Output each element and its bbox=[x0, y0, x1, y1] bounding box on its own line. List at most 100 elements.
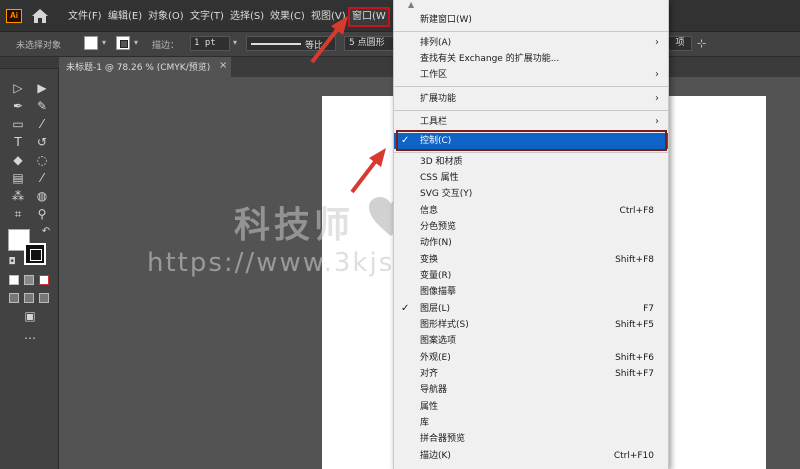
menu-item-stroke[interactable]: 描边(K) Ctrl+F10 bbox=[394, 448, 668, 464]
curvature-tool-icon[interactable]: ✎ bbox=[32, 97, 52, 115]
menu-item-label: 外观(E) bbox=[420, 353, 451, 363]
menu-item-shortcut: Shift+F5 bbox=[615, 320, 654, 330]
submenu-arrow-icon: › bbox=[655, 69, 659, 80]
eyedropper-tool-icon[interactable]: ⁄ bbox=[32, 169, 52, 187]
menu-select[interactable]: 选择(S) bbox=[230, 9, 264, 25]
width-tool-icon[interactable]: ⁂ bbox=[8, 187, 28, 205]
annotation-highlight-box bbox=[396, 130, 667, 151]
shape-builder-tool-icon[interactable]: ◍ bbox=[32, 187, 52, 205]
rectangle-tool-icon[interactable]: ▭ bbox=[8, 115, 28, 133]
menu-item-new-window[interactable]: 新建窗口(W) bbox=[394, 12, 668, 28]
home-icon[interactable] bbox=[31, 8, 49, 24]
control-bar-button[interactable]: 项 bbox=[668, 36, 692, 51]
menu-item-navigator[interactable]: 导航器 bbox=[394, 382, 668, 398]
brush-label: 5 点圆形 bbox=[349, 38, 385, 48]
stroke-label: 描边： bbox=[152, 41, 180, 51]
toolbox-header[interactable] bbox=[0, 57, 59, 69]
draw-behind-icon[interactable] bbox=[24, 293, 34, 303]
zoom-tool-icon[interactable]: ⚲ bbox=[32, 205, 52, 223]
rotate-tool-icon[interactable]: ↺ bbox=[32, 133, 52, 151]
menu-item-toolbars[interactable]: 工具栏 › bbox=[394, 114, 668, 130]
menu-item-info[interactable]: 信息 Ctrl+F8 bbox=[394, 203, 668, 219]
menu-item-label: 拼合器预览 bbox=[420, 434, 466, 444]
variable-width-profile[interactable]: 等比 bbox=[246, 36, 336, 51]
menu-item-image-trace[interactable]: 图像描摹 bbox=[394, 284, 668, 300]
menu-item-libraries[interactable]: 库 bbox=[394, 415, 668, 431]
menu-item-label: 变量(R) bbox=[420, 271, 452, 281]
screen-mode-icon[interactable]: ▣ bbox=[20, 307, 40, 325]
menu-item-label: 图层(L) bbox=[420, 304, 451, 314]
menu-item-label: 对齐 bbox=[420, 369, 439, 379]
menu-view[interactable]: 视图(V) bbox=[311, 9, 346, 25]
menu-item-pattern-options[interactable]: 图案选项 bbox=[394, 333, 668, 349]
menu-item-shortcut: Shift+F8 bbox=[615, 255, 654, 265]
menu-item-shortcut: F7 bbox=[643, 304, 654, 314]
menu-item-arrange[interactable]: 排列(A) › bbox=[394, 35, 668, 51]
type-tool-icon[interactable]: T bbox=[8, 133, 28, 151]
menu-item-find-extensions[interactable]: 查找有关 Exchange 的扩展功能... bbox=[394, 51, 668, 67]
gradient-mode-icon[interactable] bbox=[24, 275, 34, 285]
menu-separator bbox=[394, 110, 668, 111]
selection-status: 未选择对象 bbox=[16, 41, 62, 51]
swap-colors-icon[interactable]: ↶ bbox=[36, 223, 56, 241]
menu-type[interactable]: 文字(T) bbox=[190, 9, 224, 25]
menu-item-flattener-preview[interactable]: 拼合器预览 bbox=[394, 431, 668, 447]
menu-item-appearance[interactable]: 外观(E) Shift+F6 bbox=[394, 350, 668, 366]
none-mode-icon[interactable] bbox=[39, 275, 49, 285]
menu-item-workspace[interactable]: 工作区 › bbox=[394, 67, 668, 83]
stroke-color-icon[interactable] bbox=[24, 243, 46, 265]
fill-swatch[interactable] bbox=[84, 36, 98, 50]
direct-selection-tool-icon[interactable]: ▶ bbox=[32, 79, 52, 97]
menu-item-css-properties[interactable]: CSS 属性 bbox=[394, 170, 668, 186]
fill-dropdown-icon[interactable]: ▾ bbox=[102, 38, 106, 47]
menu-item-actions[interactable]: 动作(N) bbox=[394, 235, 668, 251]
menu-item-layers[interactable]: ✓ 图层(L) F7 bbox=[394, 301, 668, 317]
stroke-weight-input[interactable]: 1 pt bbox=[190, 36, 230, 51]
close-icon[interactable]: × bbox=[219, 60, 227, 71]
stroke-weight-dropdown-icon[interactable]: ▾ bbox=[233, 38, 237, 47]
menu-item-svg-interactivity[interactable]: SVG 交互(Y) bbox=[394, 186, 668, 202]
menu-item-align[interactable]: 对齐 Shift+F7 bbox=[394, 366, 668, 382]
menu-item-label: CSS 属性 bbox=[420, 173, 459, 183]
lasso-tool-icon[interactable]: ◌ bbox=[32, 151, 52, 169]
menu-item-3d-materials[interactable]: 3D 和材质 bbox=[394, 154, 668, 170]
menu-item-extensions[interactable]: 扩展功能 › bbox=[394, 91, 668, 107]
stroke-dropdown-icon[interactable]: ▾ bbox=[134, 38, 138, 47]
menu-item-transform[interactable]: 变换 Shift+F8 bbox=[394, 252, 668, 268]
menu-edit[interactable]: 编辑(E) bbox=[108, 9, 142, 25]
menu-effect[interactable]: 效果(C) bbox=[270, 9, 305, 25]
menu-item-label: 动作(N) bbox=[420, 238, 452, 248]
more-tools-icon[interactable]: ⋯ bbox=[20, 329, 40, 347]
menu-item-properties[interactable]: 属性 bbox=[394, 399, 668, 415]
color-mode-icon[interactable] bbox=[9, 275, 19, 285]
paintbrush-tool-icon[interactable]: ⁄ bbox=[32, 115, 52, 133]
stroke-profile-label: 等比 bbox=[305, 41, 324, 51]
menu-item-label: 库 bbox=[420, 418, 430, 428]
draw-inside-icon[interactable] bbox=[39, 293, 49, 303]
menu-item-variables[interactable]: 变量(R) bbox=[394, 268, 668, 284]
menu-object[interactable]: 对象(O) bbox=[148, 9, 184, 25]
draw-normal-icon[interactable] bbox=[9, 293, 19, 303]
menu-item-label: 工作区 bbox=[420, 70, 448, 80]
document-tab[interactable]: 未标题-1 @ 78.26 % (CMYK/预览) × bbox=[59, 57, 232, 77]
window-menu-dropdown: ▲ 新建窗口(W) 排列(A) › 查找有关 Exchange 的扩展功能...… bbox=[393, 0, 669, 469]
pen-tool-icon[interactable]: ✒ bbox=[8, 97, 28, 115]
gradient-tool-icon[interactable]: ▤ bbox=[8, 169, 28, 187]
menu-item-label: 3D 和材质 bbox=[420, 157, 463, 167]
menu-window[interactable]: 窗口(W bbox=[348, 7, 390, 27]
selection-tool-icon[interactable]: ▷ bbox=[8, 79, 28, 97]
menu-item-label: 工具栏 bbox=[420, 117, 448, 127]
toolbox: ▷ ▶ ✒ ✎ ▭ ⁄ T ↺ ◆ ◌ ▤ ⁄ ⁂ ◍ ⌗ ⚲ ↶ ◘ ▣ ⋯ bbox=[0, 57, 59, 469]
stroke-swatch[interactable] bbox=[116, 36, 130, 50]
artboard-tool-icon[interactable]: ⌗ bbox=[8, 205, 28, 223]
default-colors-icon[interactable]: ◘ bbox=[2, 253, 22, 271]
menu-item-shortcut: Ctrl+F10 bbox=[613, 451, 654, 461]
menu-item-graphic-styles[interactable]: 图形样式(S) Shift+F5 bbox=[394, 317, 668, 333]
brush-definition[interactable]: 5 点圆形 bbox=[344, 36, 396, 51]
eraser-tool-icon[interactable]: ◆ bbox=[8, 151, 28, 169]
menu-item-separations-preview[interactable]: 分色预览 bbox=[394, 219, 668, 235]
transform-icon[interactable]: ⊹ bbox=[697, 37, 706, 50]
menu-file[interactable]: 文件(F) bbox=[68, 9, 102, 25]
scroll-up-icon[interactable]: ▲ bbox=[408, 0, 414, 9]
menu-item-shortcut: Ctrl+F8 bbox=[619, 206, 654, 216]
